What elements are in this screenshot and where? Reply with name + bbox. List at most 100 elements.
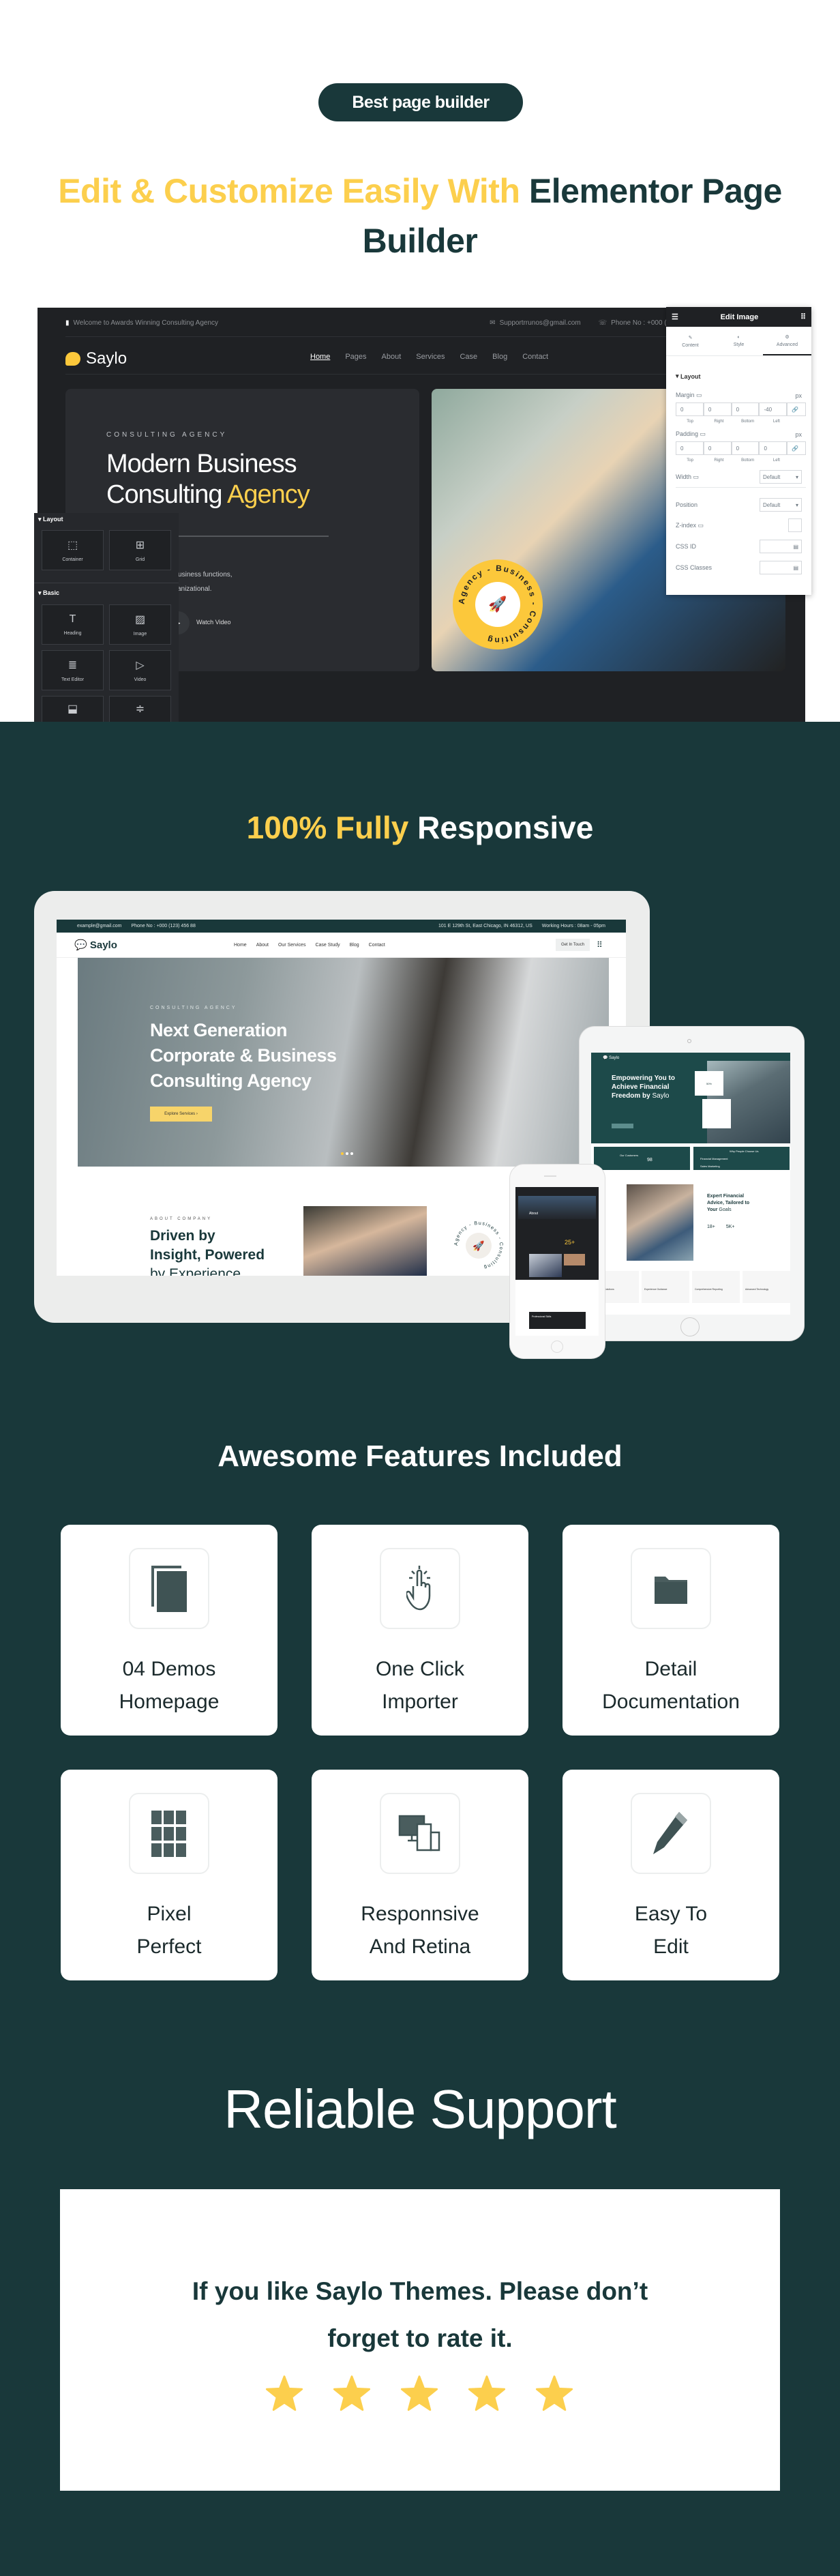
tab-label: Style [733, 342, 745, 347]
widget-divider[interactable]: ≑ [109, 696, 171, 723]
widget-image[interactable]: ▨ Image [109, 604, 171, 645]
pen-icon [631, 1793, 711, 1874]
page-title: Edit & Customize Easily With Elementor P… [41, 166, 799, 266]
nav-case[interactable]: Case [460, 353, 477, 361]
margin-right-input[interactable]: 0 [703, 402, 732, 416]
tab-label: Advanced [776, 342, 798, 347]
consultation-button[interactable] [612, 1124, 633, 1128]
link-icon[interactable]: 🔗 [787, 441, 807, 455]
widget-heading[interactable]: T Heading [42, 604, 104, 645]
service-card: Experience Guidance [642, 1271, 689, 1303]
title-highlight: 100% Fully [246, 810, 409, 845]
about-line: Insight, Powered [150, 1247, 265, 1263]
nav-blog[interactable]: Blog [492, 353, 507, 361]
star-icon[interactable] [265, 2374, 303, 2412]
widget-text-editor[interactable]: ≣ Text Editor [42, 650, 104, 690]
nav-item[interactable]: Case Study [315, 943, 340, 948]
edit-image-panel: ☰ Edit Image ⠿ ✎ Content ◐ Style ⚙ Advanced ▾… [666, 307, 811, 595]
grid-icon: ⊞ [135, 540, 145, 551]
padding-label: Padding ▭ [676, 430, 706, 437]
widget-grid[interactable]: ⊞ Grid [109, 530, 171, 570]
nav-item[interactable]: Our Services [278, 943, 305, 948]
css-classes-input[interactable]: ▤ [760, 561, 802, 574]
best-page-builder-badge: Best page builder [318, 83, 523, 121]
grid-menu-icon[interactable]: ⠿ [597, 940, 603, 950]
nav-item[interactable]: Blog [350, 943, 359, 948]
unit-select[interactable]: px [795, 431, 802, 438]
chart-widget [702, 1099, 731, 1128]
margin-left-input[interactable]: -40 [759, 402, 787, 416]
feature-line: Pixel [147, 1903, 192, 1925]
zindex-input[interactable] [788, 518, 802, 532]
label: Width [676, 473, 692, 480]
star-icon[interactable] [535, 2374, 573, 2412]
rating-box: If you like Saylo Themes. Please don’t f… [60, 2189, 780, 2491]
tablet-screen: 💬 Saylo Empowering You to Achieve Financ… [591, 1053, 790, 1315]
layout-section-toggle[interactable]: ▾ Layout [676, 372, 802, 380]
laptop-nav: 💬 Saylo Home About Our Services Case Study B… [57, 933, 626, 958]
button-icon: ⬓ [67, 703, 78, 715]
laptop-hero: CONSULTING AGENCY Next Generation Corpor… [78, 958, 609, 1167]
nav-home[interactable]: Home [310, 353, 330, 361]
hero-line: Empowering You to [612, 1074, 675, 1082]
phone-dark-section: About 25+ [515, 1187, 599, 1280]
nav-item[interactable]: Home [234, 943, 247, 948]
logo-text: Saylo [89, 939, 117, 951]
slider-dots[interactable] [341, 1152, 353, 1155]
side-label: Left [772, 458, 780, 463]
button-label: Explore Services [164, 1112, 196, 1116]
tab-style[interactable]: ◐ Style [715, 327, 763, 355]
unit-select[interactable]: px [795, 392, 802, 399]
feature-line: 04 Demos [122, 1658, 216, 1680]
widget-label: Image [133, 632, 147, 636]
layout-category[interactable]: ▾ Layout [38, 516, 63, 523]
widget-container[interactable]: ⬚ Container [42, 530, 104, 570]
nav-about[interactable]: About [382, 353, 402, 361]
star-icon[interactable] [400, 2374, 438, 2412]
widget-video[interactable]: ▷ Video [109, 650, 171, 690]
padding-right-input[interactable]: 0 [703, 441, 732, 455]
nav-pages[interactable]: Pages [345, 353, 366, 361]
container-icon: ⬚ [67, 540, 78, 551]
padding-top-input[interactable]: 0 [676, 441, 704, 455]
tab-content[interactable]: ✎ Content [666, 327, 715, 355]
nav-item[interactable]: About [256, 943, 269, 948]
margin-top-input[interactable]: 0 [676, 402, 704, 416]
widget-button[interactable]: ⬓ [42, 696, 104, 723]
feature-card: One Click Importer [312, 1525, 528, 1736]
margin-bottom-input[interactable]: 0 [731, 402, 760, 416]
width-select[interactable]: Default ▾ [760, 470, 802, 484]
basic-category[interactable]: ▾ Basic [38, 589, 59, 597]
explore-services-button[interactable]: Explore Services › [150, 1107, 212, 1122]
apps-grid-icon[interactable]: ⠿ [800, 312, 806, 321]
side-label: Right [714, 420, 724, 424]
site-logo[interactable]: Saylo [65, 349, 127, 368]
hero-eyebrow: CONSULTING AGENCY [150, 1006, 237, 1010]
watch-video-link[interactable]: Watch Video [196, 619, 231, 626]
tab-advanced[interactable]: ⚙ Advanced [763, 327, 811, 355]
feature-line: Detail [644, 1658, 698, 1680]
star-icon[interactable] [333, 2374, 371, 2412]
star-icon[interactable] [468, 2374, 506, 2412]
padding-bottom-input[interactable]: 0 [731, 441, 760, 455]
padding-left-input[interactable]: 0 [759, 441, 787, 455]
bookmark-icon: ▮ [65, 319, 70, 327]
link-icon[interactable]: 🔗 [787, 402, 807, 416]
folder-icon [631, 1548, 711, 1629]
site-nav: Home Pages About Services Case Blog Cont… [310, 353, 548, 361]
hamburger-menu-icon[interactable]: ☰ [672, 312, 678, 321]
logo[interactable]: 💬 Saylo [74, 939, 117, 951]
nav-services[interactable]: Services [416, 353, 445, 361]
team-photo [529, 1254, 562, 1277]
agency-circle-badge: Agency - Business - Consulting 🚀 [453, 1220, 505, 1272]
css-id-input[interactable]: ▤ [760, 540, 802, 553]
section-label: Layout [680, 372, 701, 380]
panel-title: Edit Image [720, 312, 759, 321]
nav-item[interactable]: Contact [369, 943, 385, 948]
nav-contact[interactable]: Contact [522, 353, 548, 361]
position-select[interactable]: Default ▾ [760, 498, 802, 512]
hero-line: Achieve Financial [612, 1083, 670, 1091]
email: example@gmail.com [77, 924, 122, 928]
get-in-touch-button[interactable]: Get In Touch [556, 939, 590, 951]
side-label: Bottom [741, 458, 755, 463]
